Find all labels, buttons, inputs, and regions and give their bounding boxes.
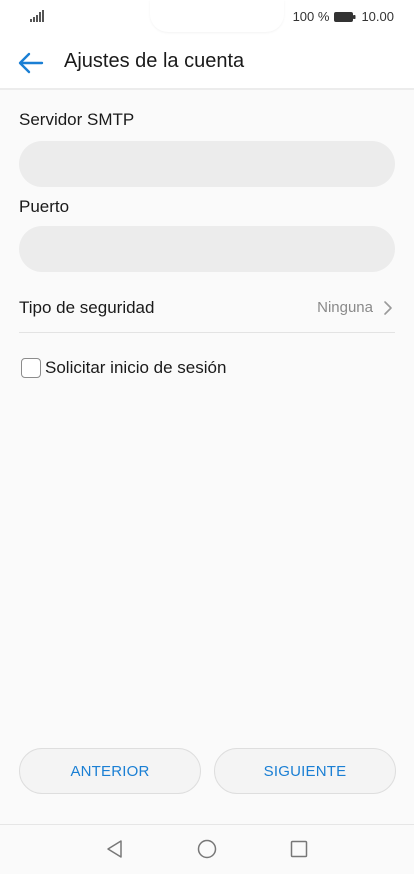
security-type-label: Tipo de seguridad (19, 298, 155, 317)
app-header: Ajustes de la cuenta (0, 36, 414, 90)
camera-notch (150, 0, 284, 32)
back-button[interactable] (16, 48, 46, 78)
battery-percent: 100 % (292, 9, 330, 24)
port-input[interactable] (19, 226, 395, 272)
require-login-row[interactable]: Solicitar inicio de sesión (21, 356, 226, 380)
nav-back-button[interactable] (103, 837, 127, 861)
nav-home-button[interactable] (195, 837, 219, 861)
smtp-server-label: Servidor SMTP (19, 110, 135, 129)
smtp-server-input[interactable] (19, 141, 395, 187)
arrow-left-icon (18, 52, 44, 74)
security-type-value: Ninguna (317, 299, 373, 316)
require-login-label: Solicitar inicio de sesión (45, 358, 227, 377)
previous-button[interactable]: ANTERIOR (19, 748, 201, 794)
signal-icon (30, 10, 44, 22)
status-time: 10.00 (361, 9, 394, 24)
security-type-row[interactable]: Tipo de seguridad Ninguna (19, 286, 395, 333)
battery-icon (334, 11, 356, 22)
system-nav-bar (0, 824, 414, 874)
status-right: 100 % 10.00 (293, 9, 394, 24)
nav-back-icon (107, 840, 122, 858)
nav-recents-button[interactable] (287, 837, 311, 861)
nav-home-icon (197, 839, 217, 859)
nav-recents-icon (290, 840, 308, 858)
next-button[interactable]: SIGUIENTE (214, 748, 396, 794)
chevron-right-icon (384, 301, 392, 315)
require-login-checkbox[interactable] (21, 358, 41, 378)
page-title: Ajustes de la cuenta (64, 50, 245, 72)
port-label: Puerto (19, 197, 70, 216)
status-bar: 100 % 10.00 (0, 0, 414, 36)
screen: 100 % 10.00 Ajustes de la cuenta Servido… (0, 0, 414, 874)
